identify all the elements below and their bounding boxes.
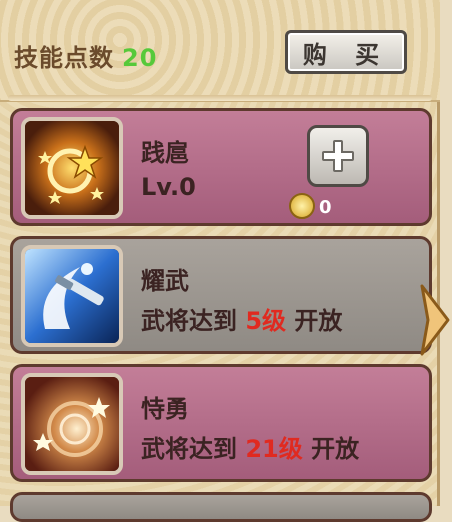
requirement-prefix: 武将达到 (141, 435, 237, 463)
upgrade-button[interactable] (307, 125, 369, 187)
unlock-requirement: 武将达到 5级 开放 (141, 301, 342, 336)
requirement-level: 5级 (245, 307, 287, 335)
requirement-suffix: 开放 (311, 435, 360, 463)
skill-points: 技能点数 20 (14, 38, 157, 73)
skill-card[interactable]: 恃勇 武将达到 21级 开放 (10, 364, 432, 482)
requirement-suffix: 开放 (294, 307, 343, 335)
skill-points-label: 技能点数 (14, 44, 114, 72)
skill-icon-3 (21, 373, 123, 475)
plus-icon (322, 140, 354, 172)
coin-icon (289, 193, 315, 219)
skill-panel: 技能点数 20 购 买 践扈 Lv.0 0 耀武 武将达到 5级 开放 恃勇 武… (0, 0, 440, 522)
upgrade-cost: 0 (319, 197, 332, 218)
requirement-prefix: 武将达到 (141, 307, 237, 335)
skill-card[interactable]: 践扈 Lv.0 0 (10, 108, 432, 226)
skill-card[interactable] (10, 492, 432, 522)
skill-name: 恃勇 (141, 395, 189, 423)
buy-button[interactable]: 购 买 (285, 30, 407, 74)
skill-points-value: 20 (122, 44, 158, 72)
requirement-level: 21级 (245, 435, 303, 463)
skill-card[interactable]: 耀武 武将达到 5级 开放 (10, 236, 432, 354)
next-arrow-icon[interactable] (418, 282, 452, 358)
header-divider (8, 95, 432, 101)
skill-name: 践扈 (141, 139, 189, 167)
skill-icon-1 (21, 117, 123, 219)
unlock-requirement: 武将达到 21级 开放 (141, 429, 359, 464)
skill-name: 耀武 (141, 267, 189, 295)
skill-level: Lv.0 (141, 173, 196, 201)
panel-header: 技能点数 20 购 买 (0, 0, 440, 102)
skill-icon-2 (21, 245, 123, 347)
